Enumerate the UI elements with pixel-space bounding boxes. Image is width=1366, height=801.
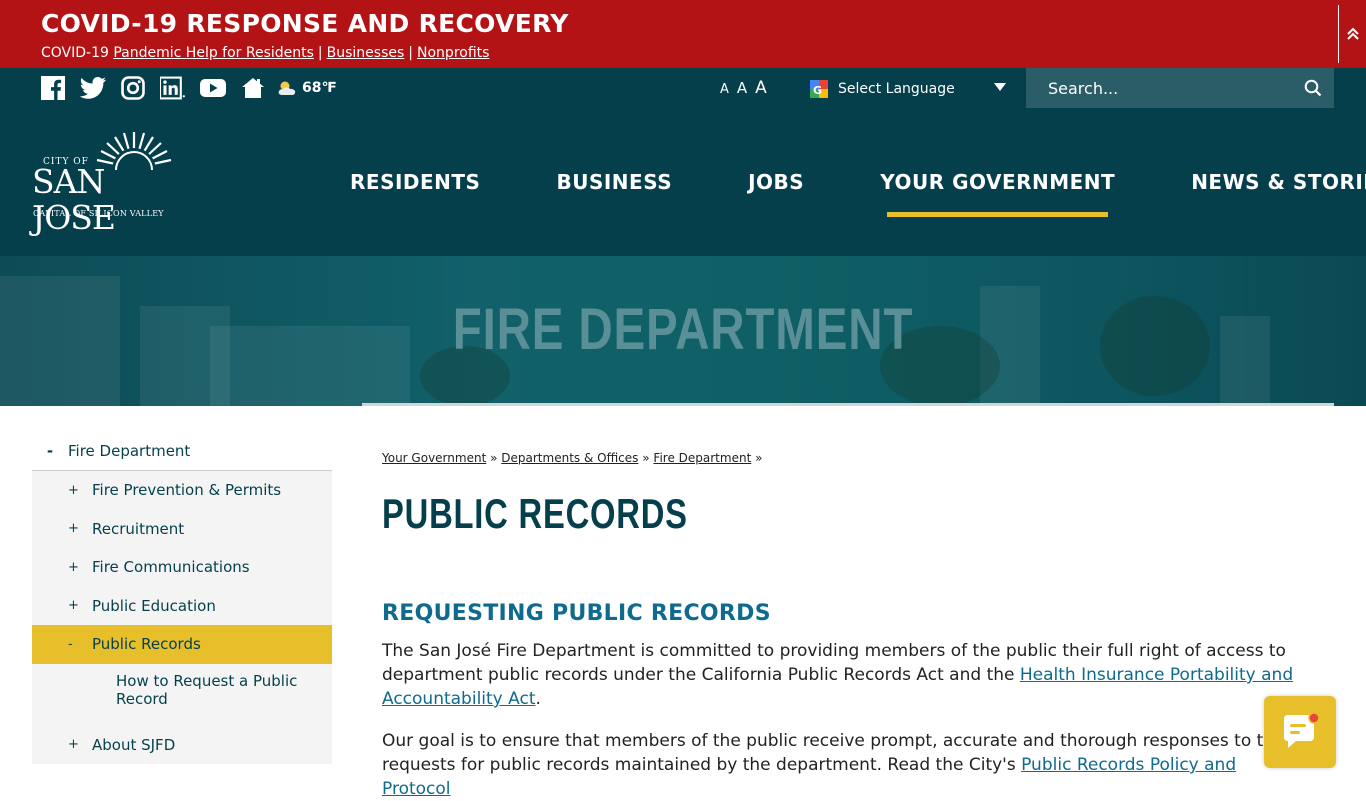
hero-divider <box>362 403 1334 406</box>
nav-business[interactable]: BUSINESS <box>518 108 710 256</box>
partly-cloudy-icon <box>278 81 296 95</box>
search-icon <box>1304 79 1322 97</box>
expand-toggle[interactable]: + <box>32 521 92 536</box>
hero-building <box>0 276 120 406</box>
search-input[interactable] <box>1026 78 1286 98</box>
breadcrumb-separator: » <box>755 451 763 465</box>
page-title: PUBLIC RECORDS <box>382 490 688 537</box>
search-box <box>1026 68 1334 108</box>
breadcrumb-separator: » <box>490 451 498 465</box>
nav-residents[interactable]: RESIDENTS <box>312 108 518 256</box>
utility-bar: 68℉ A A A G Select Language <box>0 68 1366 108</box>
breadcrumb-fire-department[interactable]: Fire Department <box>653 451 751 465</box>
covid-prefix: COVID-19 <box>41 45 109 61</box>
social-links: 68℉ <box>40 76 337 100</box>
linkedin-icon[interactable] <box>160 76 186 100</box>
nav-news-stories[interactable]: NEWS & STORIES <box>1153 108 1366 256</box>
sidebar-item-public-records[interactable]: - Public Records <box>32 625 332 664</box>
expand-toggle[interactable]: + <box>32 483 92 498</box>
sidebar-item-label: Fire Prevention & Permits <box>92 481 282 500</box>
sidebar-item-fire-communications[interactable]: + Fire Communications <box>32 548 332 587</box>
dropdown-caret-icon <box>994 83 1006 91</box>
collapse-banner-button[interactable] <box>1338 5 1366 63</box>
expand-toggle[interactable]: + <box>32 598 92 613</box>
sidebar-item-how-to-request[interactable]: How to Request a Public Record <box>32 664 332 726</box>
covid-link-businesses[interactable]: Businesses <box>327 45 405 61</box>
breadcrumb: Your Government » Departments & Offices … <box>382 451 762 465</box>
covid-link-residents[interactable]: Pandemic Help for Residents <box>113 45 314 61</box>
twitter-icon[interactable] <box>80 76 106 100</box>
logo-tagline: CAPITAL OF SILICON VALLEY <box>33 209 164 218</box>
covid-separator: | <box>317 45 323 61</box>
sidebar-item-label: About SJFD <box>92 735 176 754</box>
sidebar-item-public-education[interactable]: + Public Education <box>32 587 332 626</box>
youtube-icon[interactable] <box>200 76 226 100</box>
collapse-toggle[interactable]: - <box>32 637 92 652</box>
section-heading: REQUESTING PUBLIC RECORDS <box>382 601 771 626</box>
search-button[interactable] <box>1304 79 1322 101</box>
san-jose-logo[interactable]: CITY OF SAN JOSE CAPITAL OF SILICON VALL… <box>32 130 184 236</box>
breadcrumb-your-government[interactable]: Your Government <box>382 451 486 465</box>
sidebar-item-about-sjfd[interactable]: + About SJFD <box>32 726 332 765</box>
main-nav: RESIDENTS BUSINESS JOBS YOUR GOVERNMENT … <box>312 108 1366 256</box>
sidebar-item-label: Recruitment <box>92 519 185 538</box>
covid-title: COVID-19 RESPONSE AND RECOVERY <box>41 9 569 38</box>
temperature: 68℉ <box>302 80 337 96</box>
chat-button[interactable] <box>1264 696 1336 768</box>
nav-your-government[interactable]: YOUR GOVERNMENT <box>842 108 1153 256</box>
department-title: FIRE DEPARTMENT <box>452 297 914 362</box>
intro-paragraph: The San José Fire Department is committe… <box>382 639 1302 711</box>
sidebar-item-label: Fire Communications <box>92 558 250 577</box>
nav-jobs[interactable]: JOBS <box>710 108 842 256</box>
font-size-large[interactable]: A <box>755 78 767 98</box>
covid-banner: COVID-19 RESPONSE AND RECOVERY COVID-19 … <box>0 0 1366 68</box>
site-header: CITY OF SAN JOSE CAPITAL OF SILICON VALL… <box>0 108 1366 256</box>
paragraph-text: . <box>535 689 541 709</box>
collapse-toggle[interactable]: - <box>32 442 68 460</box>
sidebar-sublist: + Fire Prevention & Permits + Recruitmen… <box>32 471 332 764</box>
sidebar-nav: - Fire Department + Fire Prevention & Pe… <box>32 432 332 764</box>
facebook-icon[interactable] <box>40 76 66 100</box>
breadcrumb-departments[interactable]: Departments & Offices <box>501 451 638 465</box>
covid-link-nonprofits[interactable]: Nonprofits <box>417 45 489 61</box>
sidebar-item-recruitment[interactable]: + Recruitment <box>32 510 332 549</box>
sidebar-item-label: Public Records <box>92 635 201 654</box>
font-size-controls: A A A <box>720 78 767 98</box>
breadcrumb-separator: » <box>642 451 650 465</box>
hero-banner: FIRE DEPARTMENT <box>0 256 1366 406</box>
sidebar-item-label: Public Education <box>92 596 216 615</box>
font-size-medium[interactable]: A <box>737 79 747 97</box>
goal-paragraph: Our goal is to ensure that members of th… <box>382 729 1302 801</box>
covid-links: COVID-19 Pandemic Help for Residents | Bus… <box>41 45 489 61</box>
language-label: Select Language <box>838 81 955 97</box>
expand-toggle[interactable]: + <box>32 560 92 575</box>
sidebar-item-fire-prevention[interactable]: + Fire Prevention & Permits <box>32 471 332 510</box>
logo-name: SAN JOSE <box>32 162 116 237</box>
covid-separator: | <box>408 45 414 61</box>
sidebar-item-label: Fire Department <box>68 442 191 460</box>
chat-bubble-icon <box>1284 713 1320 748</box>
weather-widget[interactable]: 68℉ <box>276 80 337 96</box>
expand-toggle[interactable]: + <box>32 737 92 752</box>
double-chevron-up-icon <box>1346 27 1359 40</box>
instagram-icon[interactable] <box>120 76 146 100</box>
google-translate-icon: G <box>810 80 828 98</box>
font-size-small[interactable]: A <box>720 82 729 97</box>
svg-text:G: G <box>813 84 822 97</box>
language-select[interactable]: G Select Language <box>810 78 1010 100</box>
sidebar-item-fire-department[interactable]: - Fire Department <box>32 432 332 471</box>
home-icon[interactable] <box>240 76 266 100</box>
